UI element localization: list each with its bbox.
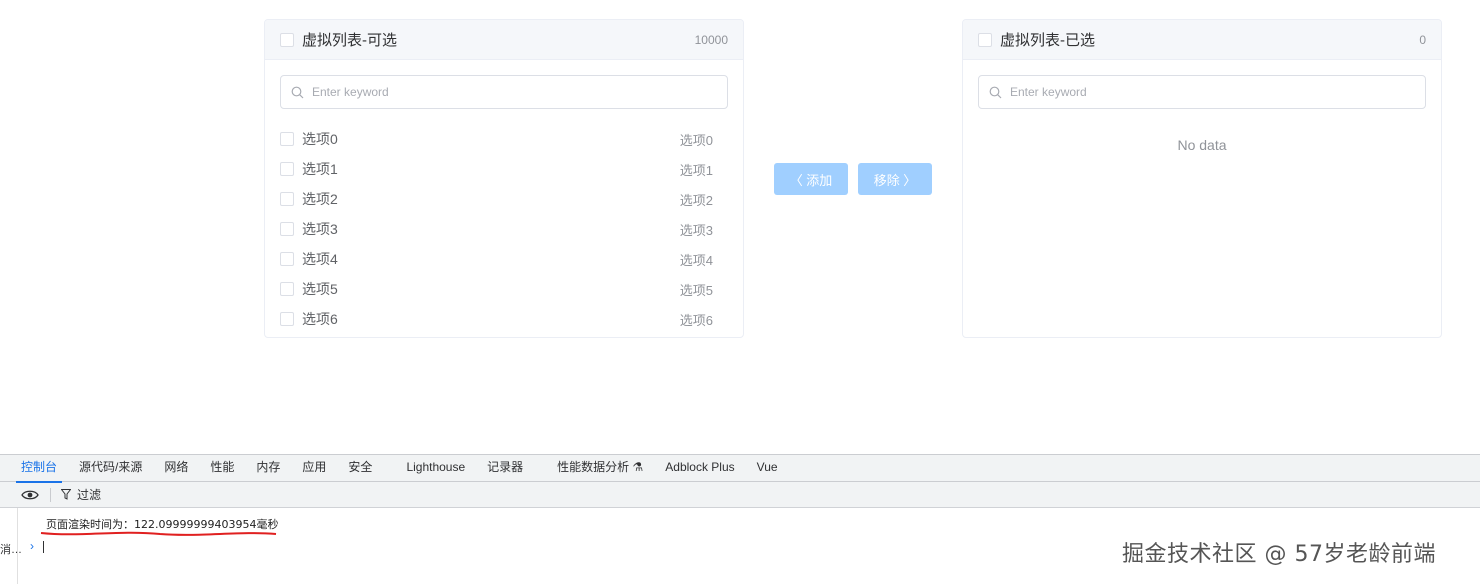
right-search-input[interactable] (1010, 85, 1390, 99)
item-checkbox[interactable] (280, 132, 294, 146)
item-label: 选项2 (302, 191, 338, 207)
list-item[interactable]: 选项1 选项1 (265, 154, 743, 184)
item-label: 选项6 (302, 311, 338, 327)
item-checkbox[interactable] (280, 192, 294, 206)
left-search-box[interactable] (280, 75, 728, 109)
console-input-cursor[interactable] (43, 541, 44, 553)
item-right-label: 选项6 (679, 312, 713, 328)
search-icon (989, 86, 1002, 98)
item-right-label: 选项3 (679, 222, 713, 238)
right-panel-header: 虚拟列表-已选 0 (963, 20, 1441, 60)
item-checkbox[interactable] (280, 282, 294, 296)
filter-control[interactable]: 过滤 (61, 486, 101, 503)
item-checkbox[interactable] (280, 252, 294, 266)
filter-label: 过滤 (77, 488, 102, 502)
right-panel-count: 0 (1419, 32, 1426, 47)
tab-performance[interactable]: 性能 (199, 454, 245, 482)
item-right-label: 选项0 (679, 132, 713, 148)
add-button[interactable]: 〈 添加 (774, 163, 848, 195)
tab-application[interactable]: 应用 (291, 454, 337, 482)
transfer-right-panel: 虚拟列表-已选 0 No data (962, 19, 1442, 338)
list-item[interactable]: 选项6 选项6 (265, 304, 743, 334)
item-label: 选项5 (302, 281, 338, 297)
devtools-tab-bar: 控制台 源代码/来源 网络 性能 内存 应用 安全 Lighthouse 记录器… (0, 454, 1480, 483)
tab-security[interactable]: 安全 (337, 454, 383, 482)
tab-network[interactable]: 网络 (153, 454, 199, 482)
tab-sources[interactable]: 源代码/来源 (68, 454, 153, 482)
item-label: 选项3 (302, 221, 338, 237)
left-search-input[interactable] (312, 85, 692, 99)
right-select-all-checkbox[interactable] (978, 32, 992, 47)
list-item[interactable]: 选项5 选项5 (265, 274, 743, 304)
left-panel-header: 虚拟列表-可选 10000 (265, 20, 743, 60)
item-checkbox[interactable] (280, 162, 294, 176)
console-prompt-icon: › (30, 539, 34, 553)
left-option-list: 选项0 选项0 选项1 选项1 选项2 选项2 选项3 选项3 选项4 选项4 … (265, 124, 743, 334)
red-underline-annotation (40, 531, 277, 536)
list-item[interactable]: 选项0 选项0 (265, 124, 743, 154)
console-toolbar: 过滤 (0, 482, 1480, 508)
list-item[interactable]: 选项3 选项3 (265, 214, 743, 244)
tab-vue[interactable]: Vue (746, 454, 789, 482)
left-panel-title: 虚拟列表-可选 (302, 32, 397, 49)
tab-recorder[interactable]: 记录器 (476, 454, 534, 482)
list-item[interactable]: 选项4 选项4 (265, 244, 743, 274)
tab-console[interactable]: 控制台 (10, 454, 68, 483)
search-icon (291, 86, 304, 98)
truncated-sidebar-text: 消… (0, 544, 22, 556)
eye-icon[interactable] (20, 488, 40, 502)
transfer-left-panel: 虚拟列表-可选 10000 选项0 选项0 选项1 选项1 选项2 选项2 选项… (264, 19, 744, 338)
tab-adblock-plus[interactable]: Adblock Plus (654, 454, 745, 482)
right-search-box[interactable] (978, 75, 1426, 109)
item-right-label: 选项5 (679, 282, 713, 298)
empty-state-text: No data (1177, 137, 1227, 153)
list-item[interactable]: 选项2 选项2 (265, 184, 743, 214)
left-select-all-checkbox[interactable] (280, 32, 294, 47)
item-right-label: 选项2 (679, 192, 713, 208)
toolbar-divider (50, 487, 51, 502)
filter-icon (61, 489, 71, 500)
left-panel-count: 10000 (694, 32, 728, 47)
watermark: 掘金技术社区 @ 57岁老龄前端 (1122, 542, 1436, 567)
tab-memory[interactable]: 内存 (245, 454, 291, 482)
remove-button[interactable]: 移除 〉 (858, 163, 932, 195)
tab-lighthouse[interactable]: Lighthouse (395, 454, 476, 482)
item-right-label: 选项1 (679, 162, 713, 178)
item-right-label: 选项4 (679, 252, 713, 268)
tab-performance-insights[interactable]: 性能数据分析 ⚗ (546, 454, 654, 482)
item-label: 选项0 (302, 131, 338, 147)
item-checkbox[interactable] (280, 312, 294, 326)
item-checkbox[interactable] (280, 222, 294, 236)
item-label: 选项1 (302, 161, 338, 177)
right-panel-title: 虚拟列表-已选 (1000, 32, 1095, 49)
item-label: 选项4 (302, 251, 338, 267)
